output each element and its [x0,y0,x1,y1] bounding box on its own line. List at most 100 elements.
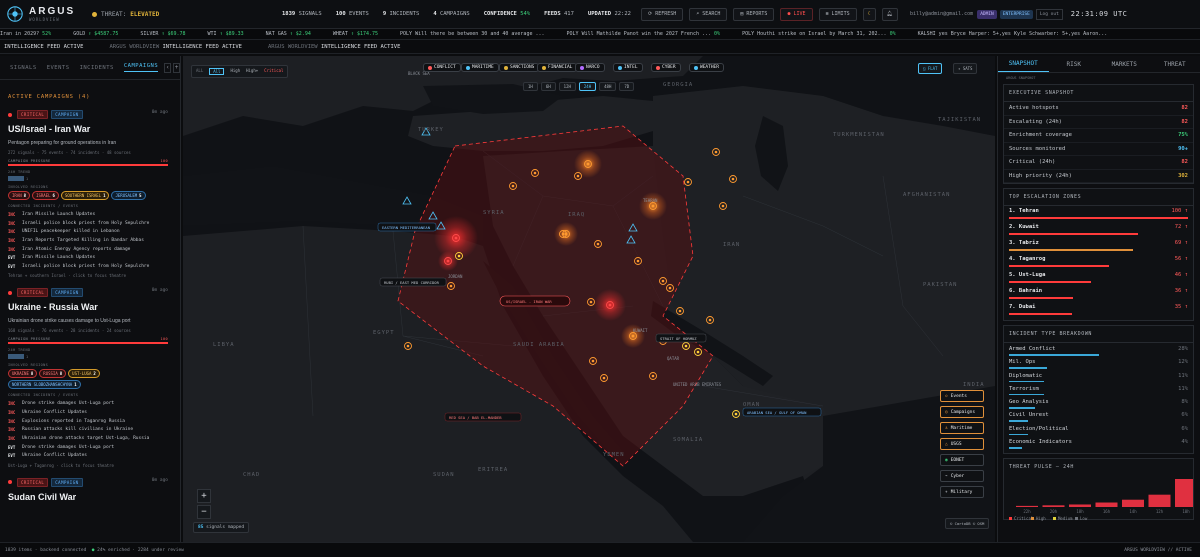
escalation-zone-row[interactable]: 5. Ust-Luga 46 ↑ [1004,270,1193,286]
layer-financial-toggle[interactable]: FINANCIAL [537,63,578,72]
legend-usgs-toggle[interactable]: △ USGS [940,438,984,450]
region-chip[interactable]: JERUSALEM 5 [111,191,146,200]
layer-weather-toggle[interactable]: WEATHER [689,63,724,72]
tab-campaigns[interactable]: CAMPAIGNS [123,63,159,72]
limits-button[interactable]: ≣ LIMITS [818,7,857,21]
linked-item[interactable]: INC Iran Atomic Energy Agency reports dam… [8,247,168,253]
ticker-item[interactable]: WHEAT ↑ $174.75 [333,31,378,37]
region-chip[interactable]: RUSSIA 8 [39,369,67,379]
time-12h-button[interactable]: 12H [558,82,576,91]
linked-item[interactable]: INC Explosions reported in Taganrog Russi… [8,419,168,425]
region-chip[interactable]: SOUTHERN ISRAEL 1 [60,191,110,200]
legend-campaigns-toggle[interactable]: ◎ Campaigns [940,406,984,418]
linked-item[interactable]: EVT Drone strike damages Ust-Luga port [8,445,168,451]
time-24h-button[interactable]: 24H [578,82,597,91]
tab-snapshot[interactable]: SNAPSHOT [998,56,1049,72]
legend-maritime-toggle[interactable]: ⚓ Maritime [940,422,984,434]
escalation-zone-row[interactable]: 7. Dubai 35 ↑ [1004,302,1193,318]
legend-military-toggle[interactable]: ✈ Military [940,486,984,498]
ticker-value: ↑ $174.75 [350,31,379,37]
legend-events-toggle[interactable]: ◇ Events [940,390,984,402]
tab-signals[interactable]: SIGNALS [10,65,37,71]
escalation-zone-row[interactable]: 6. Bahrain 36 ↑ [1004,286,1193,302]
admin-badge: ADMIN [977,9,997,19]
campaign-card[interactable]: CRITICAL CAMPAIGN 0m ago Sudan Civil War [8,477,168,502]
severity-critical-button[interactable]: Critical [264,68,283,75]
search-button[interactable]: ⌕ SEARCH [689,7,728,21]
add-icon[interactable]: + [173,62,180,73]
ticker-item[interactable]: Iran in 2029? 52% [0,31,51,37]
legend-cyber-toggle[interactable]: ⌁ Cyber [940,470,984,482]
logout-button[interactable]: Log out [1035,8,1063,20]
refresh-button[interactable]: ⟳ REFRESH [641,7,684,21]
campaign-title[interactable]: Ukraine - Russia War [8,302,168,312]
tab-incidents[interactable]: INCIDENTS [80,65,114,71]
collapse-panel-icon[interactable]: ‹ [164,62,172,73]
tab-risk[interactable]: RISK [1049,56,1100,72]
escalation-zone-row[interactable]: 1. Tehran 100 ↑ [1004,206,1193,222]
ticker-value: 52% [42,31,52,37]
region-chip[interactable]: IRAN 8 [8,191,31,200]
legend-label: USGS [950,441,962,447]
flat-projection-button[interactable]: ◱ FLAT [918,63,943,74]
linked-item[interactable]: INC Ukraine Conflict Updates [8,410,168,416]
time-1h-button[interactable]: 1H [523,82,538,91]
ticker-value: ↑ $69.78 [161,31,186,37]
ticker-item[interactable]: KALSHI yes Bryce Harper: 5+,yes Kyle Sch… [918,31,1108,37]
region-chip[interactable]: UKRAINE 8 [8,369,38,379]
severity-highplus-button[interactable]: High+ [246,68,258,75]
linked-item[interactable]: INC Iran Reports Targeted Killing in Band… [8,238,168,244]
layer-intel-toggle[interactable]: INTEL [613,63,643,72]
zoom-in-button[interactable]: + [197,489,211,503]
escalation-zone-row[interactable]: 2. Kuwait 72 ↑ [1004,222,1193,238]
layer-conflict-toggle[interactable]: CONFLICT [423,63,461,72]
severity-high-button[interactable]: High [230,68,240,75]
time-6h-button[interactable]: 6H [540,82,556,91]
time-48h-button[interactable]: 48H [599,82,617,91]
linked-item[interactable]: EVT Iran Missile Launch Updates [8,255,168,261]
linked-item[interactable]: EVT Israeli police block priest from Holy… [8,264,168,270]
linked-item[interactable]: INC Israeli police block priest from Holy… [8,221,168,227]
live-button[interactable]: ● LIVE [780,7,813,21]
ticker-item[interactable]: GOLD ↑ $4587.75 [73,31,118,37]
map-canvas[interactable]: TURKEY SYRIA IRAQ IRAN SAUDI ARABIA EGYP… [183,56,995,542]
legend-eonet-toggle[interactable]: ◉ EONET [940,454,984,466]
theme-toggle[interactable]: ☾ [862,7,876,21]
notifications-bell-icon[interactable]: 🔔︎ [881,7,898,21]
linked-item[interactable]: EVT Ukraine Conflict Updates [8,453,168,459]
region-chip[interactable]: ISRAEL 6 [32,191,59,200]
layer-narco-toggle[interactable]: NARCO [575,63,605,72]
time-7d-button[interactable]: 7D [619,82,635,91]
ticker-item[interactable]: POLY Will there be between 30 and 40 ave… [400,31,545,37]
pulse-legend-label: Critical [1014,516,1034,521]
campaign-title[interactable]: Sudan Civil War [8,492,168,502]
tab-markets[interactable]: MARKETS [1099,56,1150,72]
ticker-item[interactable]: WTI ↑ $89.33 [208,31,244,37]
linked-item[interactable]: INC UNIFIL peacekeeper killed in Lebanon [8,229,168,235]
linked-item[interactable]: INC Russian attacks kill civilians in Ukr… [8,427,168,433]
linked-item[interactable]: INC Drone strike damages Ust-Luga port [8,401,168,407]
layer-sanctions-toggle[interactable]: SANCTIONS [499,63,540,72]
layer-cyber-toggle[interactable]: CYBER [651,63,681,72]
linked-item[interactable]: INC Iran Missile Launch Updates [8,212,168,218]
reports-button[interactable]: ▤ REPORTS [733,7,775,21]
zoom-out-button[interactable]: − [197,505,211,519]
ticker-item[interactable]: SILVER ↑ $69.78 [140,31,185,37]
map-view[interactable]: TURKEY SYRIA IRAQ IRAN SAUDI ARABIA EGYP… [183,56,995,542]
ticker-item[interactable]: POLY Will Mathilde Panot win the 2027 Fr… [567,31,721,37]
sats-button[interactable]: ✦ SATS [953,63,978,74]
ticker-item[interactable]: POLY Houthi strike on Israel by March 31… [742,31,896,37]
tab-events[interactable]: EVENTS [47,65,70,71]
campaign-card[interactable]: CRITICAL CAMPAIGN 0m ago US/Israel - Iran W… [8,110,168,278]
severity-all-button[interactable]: All [209,68,225,75]
linked-item[interactable]: INC Ukrainian drone attacks target Ust-Lu… [8,436,168,442]
layer-maritime-toggle[interactable]: MARITIME [461,63,499,72]
region-chip[interactable]: UST-LUGA 2 [68,369,100,379]
tab-threat[interactable]: THREAT [1150,56,1200,72]
campaign-card[interactable]: CRITICAL CAMPAIGN 0m ago Ukraine - Russia W… [8,288,168,468]
escalation-zone-row[interactable]: 3. Tabriz 69 ↑ [1004,238,1193,254]
region-chip[interactable]: NORTHERN SLOBOZHANSHCHYNA 1 [8,380,81,390]
campaign-title[interactable]: US/Israel - Iran War [8,124,168,134]
ticker-item[interactable]: NAT GAS ↑ $2.94 [266,31,311,37]
escalation-zone-row[interactable]: 4. Taganrog 56 ↑ [1004,254,1193,270]
